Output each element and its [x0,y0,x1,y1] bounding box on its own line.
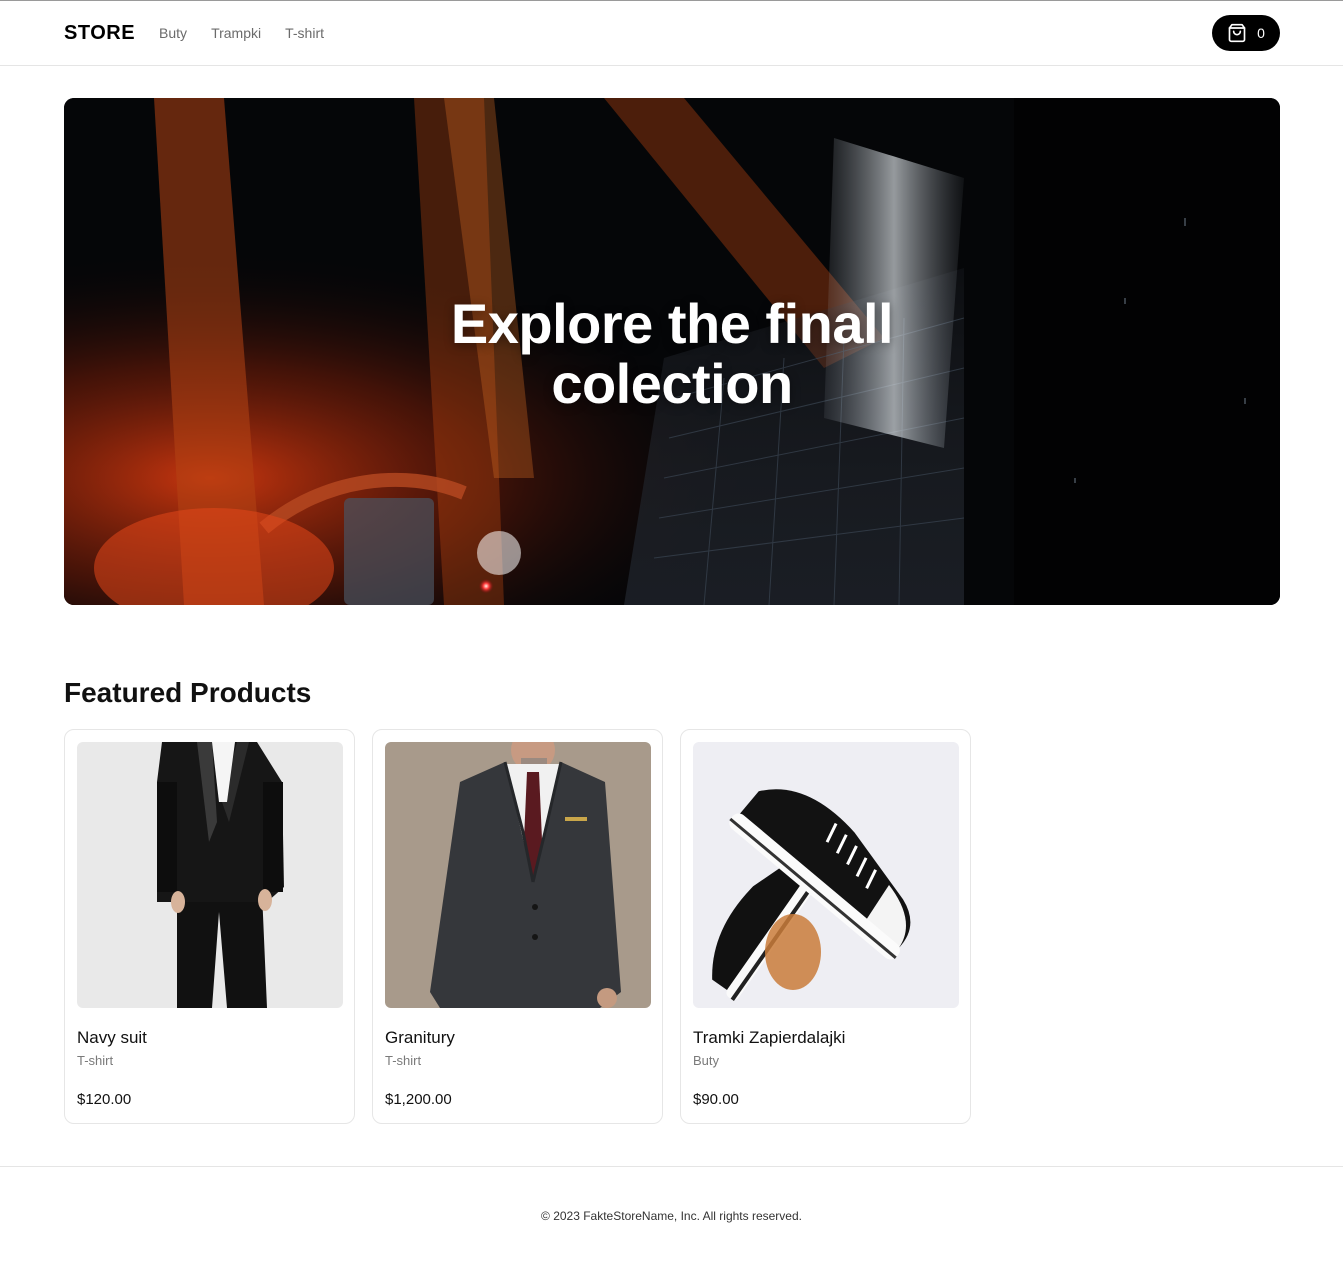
grey-suit-image [385,742,651,1008]
store-logo[interactable]: STORE [64,22,135,45]
black-suit-image [77,742,343,1008]
product-card[interactable]: Granitury T-shirt $1,200.00 [372,729,663,1124]
shopping-bag-icon [1228,23,1246,43]
nav-link-tshirt[interactable]: T-shirt [285,25,324,41]
hero-title: Explore the finall colection [450,292,894,415]
product-category: T-shirt [77,1053,114,1068]
hero-section: Explore the finall colection [0,66,1343,605]
product-name: Granitury [385,1028,455,1047]
copyright-text: © 2023 FakteStoreName, Inc. All rights r… [541,1209,802,1223]
nav-link-buty[interactable]: Buty [159,25,187,41]
sneakers-image [693,742,959,1008]
cart-button[interactable]: 0 [1212,15,1280,51]
featured-section: Featured Products Navy suit T-shirt $120… [0,605,1343,1124]
page: STORE Buty Trampki T-shirt 0 Explore the… [0,0,1343,1271]
product-price: $90.00 [693,1091,739,1108]
product-card[interactable]: Navy suit T-shirt $120.00 [64,729,355,1124]
product-price: $1,200.00 [385,1091,452,1108]
product-image [77,742,343,1008]
product-card[interactable]: Tramki Zapierdalajki Buty $90.00 [680,729,971,1124]
product-price: $120.00 [77,1091,132,1108]
cart-count: 0 [1257,25,1265,41]
product-name: Tramki Zapierdalajki [693,1028,846,1047]
featured-title: Featured Products [64,677,312,708]
nav-link-trampki[interactable]: Trampki [211,25,261,41]
footer: © 2023 FakteStoreName, Inc. All rights r… [0,1166,1343,1271]
product-name: Navy suit [77,1028,147,1047]
product-image [693,742,959,1008]
navbar: STORE Buty Trampki T-shirt 0 [0,1,1343,66]
product-category: T-shirt [385,1053,422,1068]
product-category: Buty [693,1053,720,1068]
hero-banner: Explore the finall colection [64,98,1280,605]
nav-links: Buty Trampki T-shirt [159,25,324,41]
product-image [385,742,651,1008]
product-grid: Navy suit T-shirt $120.00 Granitury T-sh… [64,729,1279,1124]
